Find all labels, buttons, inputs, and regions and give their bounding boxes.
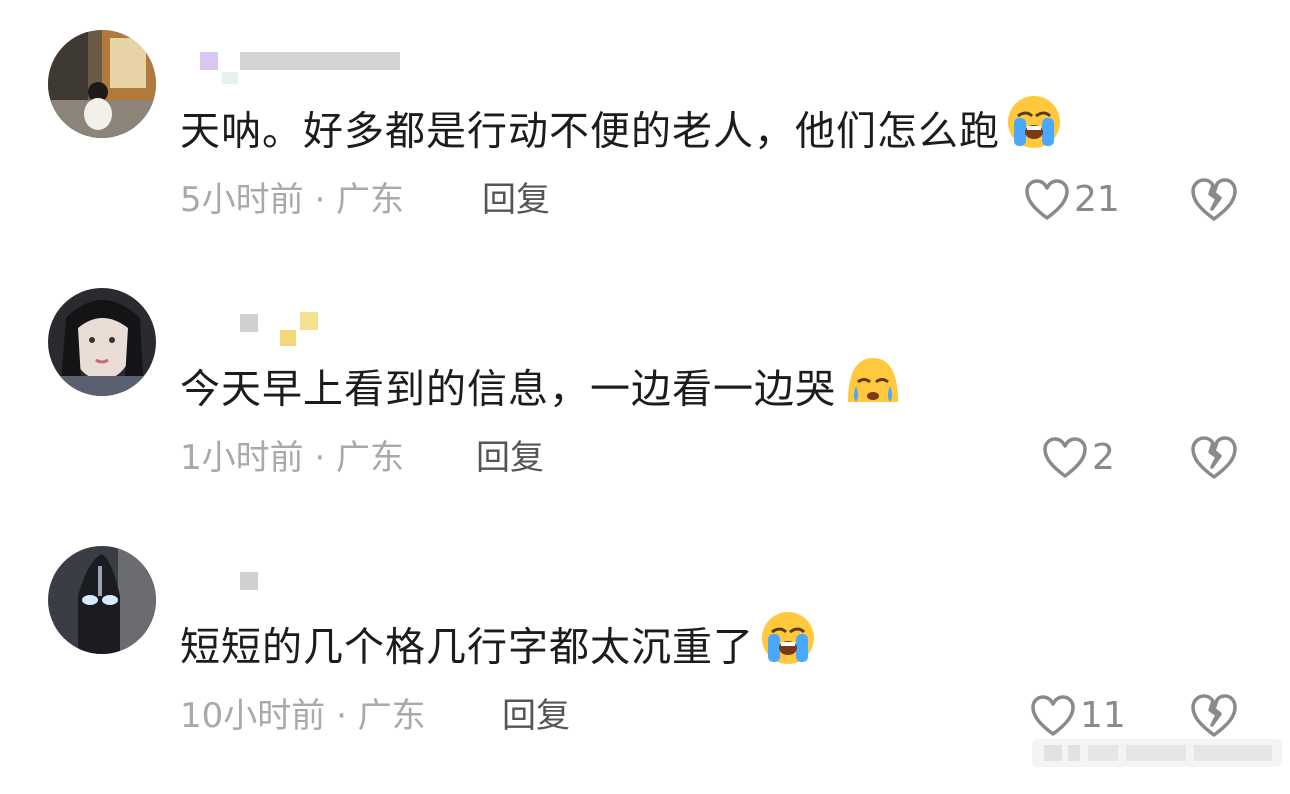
dislike-button[interactable]	[1190, 178, 1238, 226]
broken-heart-icon	[1191, 178, 1237, 221]
like-button[interactable]: 11	[1030, 694, 1126, 738]
comment-timestamp-location: 5小时前 · 广东	[180, 180, 405, 220]
username-redacted[interactable]	[196, 544, 456, 590]
like-count: 11	[1080, 695, 1126, 736]
comment-text-content: 天呐。好多都是行动不便的老人，他们怎么跑	[180, 108, 1000, 155]
avatar[interactable]	[48, 546, 156, 654]
dislike-button[interactable]	[1190, 436, 1238, 484]
like-button[interactable]: 2	[1042, 436, 1115, 480]
like-button[interactable]: 21	[1024, 178, 1120, 222]
reply-button[interactable]: 回复	[502, 694, 570, 738]
reply-button[interactable]: 回复	[476, 436, 544, 480]
avatar[interactable]	[48, 288, 156, 396]
avatar[interactable]	[48, 30, 156, 138]
like-count: 2	[1092, 437, 1115, 478]
reply-button[interactable]: 回复	[482, 178, 550, 222]
comment-timestamp-location: 1小时前 · 广东	[180, 438, 405, 478]
comment-item: 天呐。好多都是行动不便的老人，他们怎么跑 5小时前 · 广东 回复 21	[0, 28, 1290, 278]
comment-text: 天呐。好多都是行动不便的老人，他们怎么跑	[180, 96, 1062, 169]
comment-timestamp-location: 10小时前 · 广东	[180, 696, 426, 736]
comment-item: 今天早上看到的信息，一边看一边哭 1小时前 · 广东 回复 2	[0, 286, 1290, 536]
username-redacted[interactable]	[196, 286, 456, 346]
comment-text-content: 短短的几个格几行字都太沉重了	[180, 624, 754, 671]
like-count: 21	[1074, 179, 1120, 220]
broken-heart-icon	[1191, 436, 1237, 479]
comment-text-content: 今天早上看到的信息，一边看一边哭	[180, 366, 836, 413]
loudly-crying-emoji	[760, 610, 816, 681]
loudly-crying-emoji	[1006, 94, 1062, 165]
username-redacted[interactable]	[196, 28, 456, 84]
broken-heart-icon	[1191, 694, 1237, 737]
heart-outline-icon	[1025, 179, 1069, 220]
heart-outline-icon	[1043, 437, 1087, 478]
watermark	[1032, 733, 1282, 773]
heart-outline-icon	[1031, 695, 1075, 736]
comment-text: 今天早上看到的信息，一边看一边哭	[180, 356, 904, 427]
comment-text: 短短的几个格几行字都太沉重了	[180, 612, 816, 685]
crying-emoji	[842, 352, 904, 423]
